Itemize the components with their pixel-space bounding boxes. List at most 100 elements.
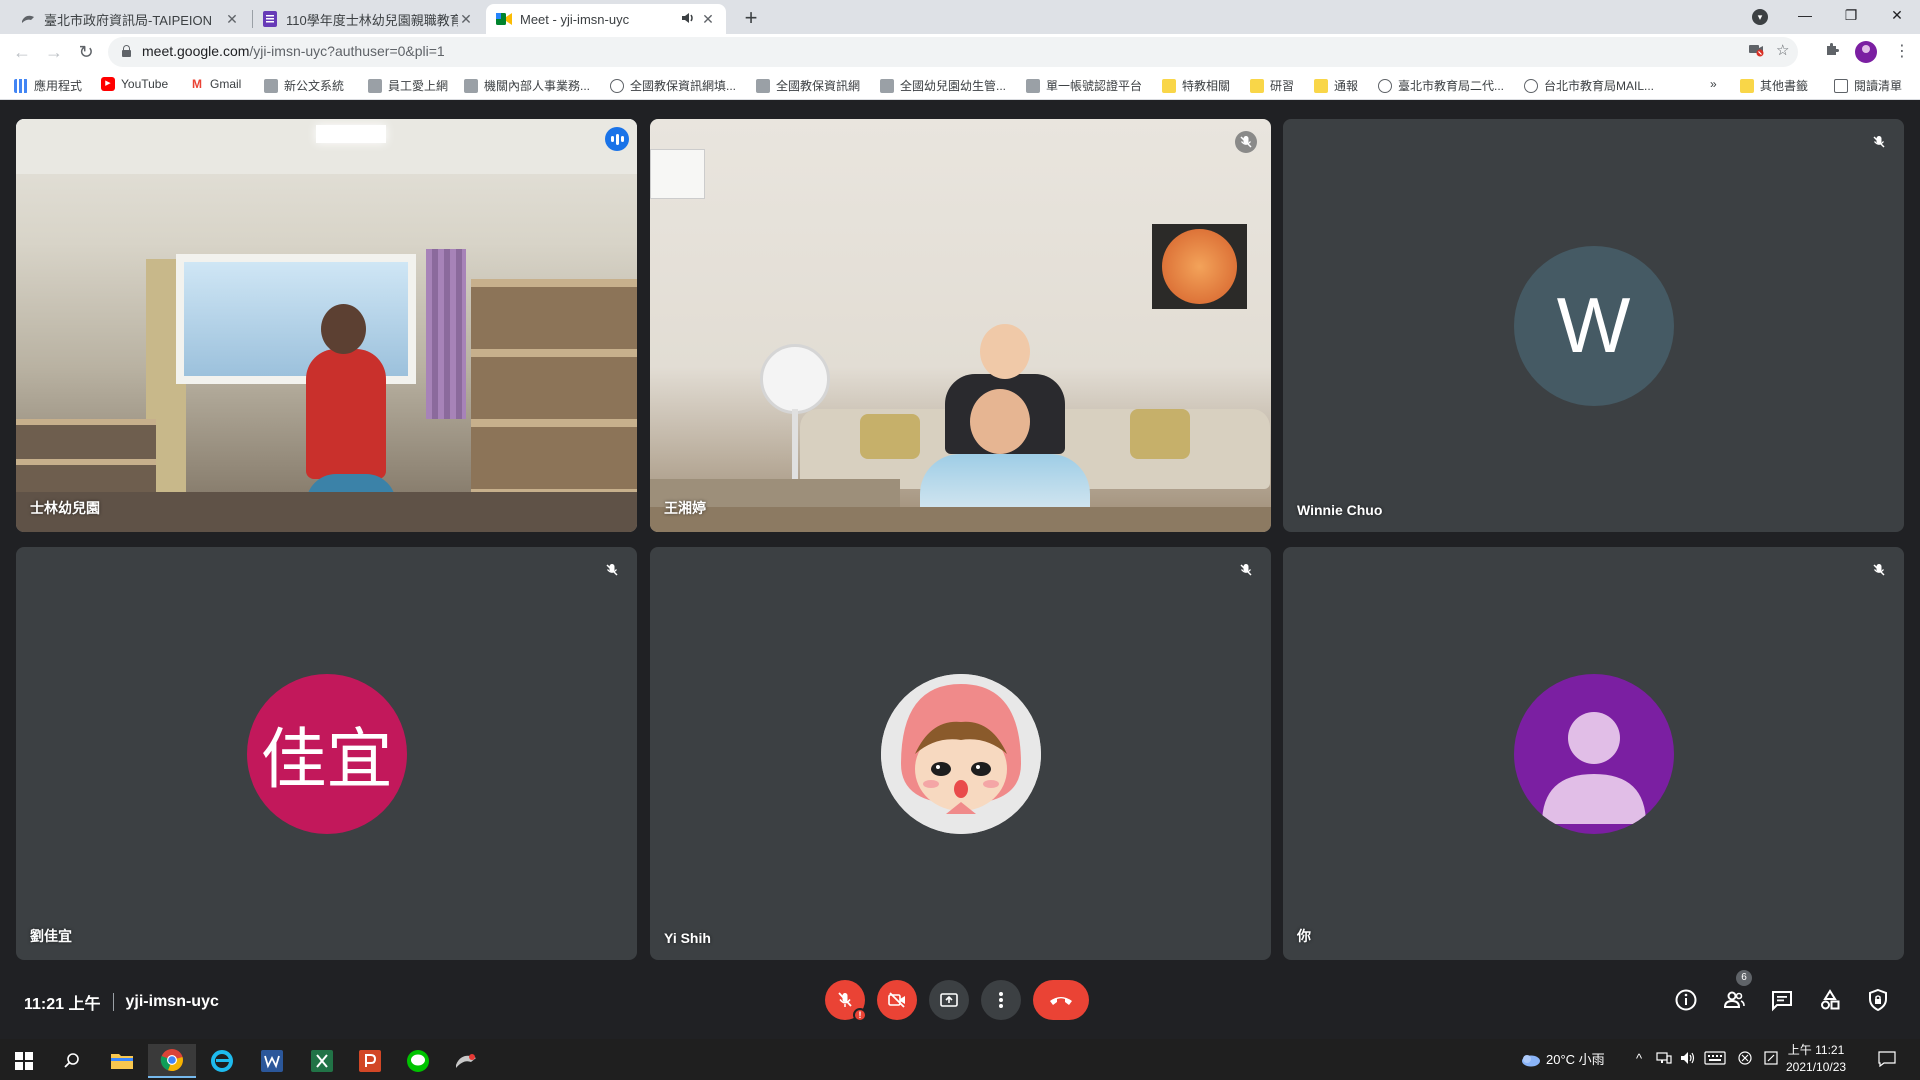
bookmark-label: 全國教保資訊網填... bbox=[630, 79, 737, 93]
initial-avatar: W bbox=[1513, 245, 1674, 406]
camera-off-icon bbox=[888, 992, 905, 1008]
tab-parenting-course[interactable]: 110學年度士林幼兒園親職教育課 ✕ bbox=[252, 4, 484, 34]
lock-icon[interactable] bbox=[122, 45, 131, 57]
volume-icon[interactable] bbox=[1680, 1051, 1696, 1068]
site-icon bbox=[1026, 78, 1040, 93]
tab-audio-icon[interactable] bbox=[680, 11, 696, 27]
keyboard-icon[interactable] bbox=[1704, 1051, 1726, 1068]
participant-tile-yi-shih[interactable]: Yi Shih bbox=[650, 547, 1271, 960]
bookmarks-overflow-button[interactable]: » bbox=[1710, 77, 1717, 91]
network-icon[interactable] bbox=[1656, 1051, 1672, 1068]
bookmark-folder-report[interactable]: 通報 bbox=[1314, 77, 1358, 94]
meeting-time: 11:21 上午 bbox=[24, 996, 101, 1013]
taskbar-excel[interactable] bbox=[298, 1044, 346, 1078]
tab-search-icon[interactable]: ▾ bbox=[1752, 9, 1768, 25]
bookmark-edu-bureau[interactable]: 臺北市教育局二代... bbox=[1378, 77, 1504, 94]
bookmark-ece-fill[interactable]: 全國教保資訊網填... bbox=[610, 77, 736, 94]
bookmark-folder-training[interactable]: 研習 bbox=[1250, 77, 1294, 94]
microphone-toggle-button[interactable]: ! bbox=[825, 980, 867, 1022]
bookmark-kindergarten[interactable]: 全國幼兒園幼生管... bbox=[880, 77, 1006, 94]
taskbar-word[interactable] bbox=[248, 1044, 296, 1078]
address-bar[interactable]: meet.google.com/yji-imsn-uyc?authuser=0&… bbox=[108, 37, 1798, 67]
camera-blocked-icon[interactable] bbox=[1748, 41, 1764, 61]
show-hidden-icons-button[interactable]: ^ bbox=[1636, 1051, 1642, 1066]
back-icon[interactable]: ← bbox=[10, 40, 34, 64]
divider bbox=[112, 993, 114, 1011]
bookmark-label: 應用程式 bbox=[34, 79, 83, 93]
chrome-menu-icon[interactable]: ⋮ bbox=[1894, 41, 1910, 61]
more-options-button[interactable] bbox=[981, 980, 1021, 1020]
participant-name: Winnie Chuo bbox=[1297, 502, 1383, 518]
participant-tile-liu[interactable]: 佳宜 劉佳宜 bbox=[16, 547, 637, 960]
bookmark-hr[interactable]: 機關內部人事業務... bbox=[464, 77, 590, 94]
participant-tile-wang[interactable]: 王湘婷 bbox=[650, 119, 1271, 532]
system-clock[interactable]: 上午 11:21 2021/10/23 bbox=[1786, 1042, 1846, 1076]
bookmark-document-system[interactable]: 新公文系統 bbox=[264, 77, 344, 94]
profile-avatar[interactable] bbox=[1855, 41, 1877, 63]
search-button[interactable] bbox=[48, 1044, 96, 1078]
bookmark-youtube[interactable]: ▶ YouTube bbox=[101, 77, 168, 91]
input-method-icon[interactable] bbox=[1738, 1051, 1752, 1068]
bookmark-ece[interactable]: 全國教保資訊網 bbox=[756, 77, 860, 94]
taskbar-chrome[interactable] bbox=[148, 1044, 196, 1078]
leave-call-button[interactable] bbox=[1033, 980, 1089, 1020]
chat-icon bbox=[1772, 991, 1792, 1012]
activities-button[interactable] bbox=[1816, 986, 1844, 1014]
weather-widget[interactable]: 20°C 小雨 bbox=[1520, 1049, 1605, 1069]
ime-mode-icon[interactable] bbox=[1764, 1051, 1778, 1068]
site-icon bbox=[464, 78, 478, 93]
minimize-window-button[interactable]: — bbox=[1782, 0, 1828, 32]
bookmark-label: 特教相關 bbox=[1182, 79, 1231, 93]
url-path: /yji-imsn-uyc?authuser=0&pli=1 bbox=[249, 43, 445, 59]
meeting-details-button[interactable] bbox=[1672, 986, 1700, 1014]
bookmark-sso[interactable]: 單一帳號認證平台 bbox=[1026, 77, 1142, 94]
host-controls-button[interactable] bbox=[1864, 986, 1892, 1014]
extensions-puzzle-icon[interactable] bbox=[1824, 41, 1840, 62]
restore-window-button[interactable]: ❐ bbox=[1828, 0, 1874, 32]
globe-icon bbox=[1524, 78, 1538, 93]
bookmark-apps[interactable]: 應用程式 bbox=[14, 77, 82, 94]
reading-list-button[interactable]: 閱讀清單 bbox=[1834, 77, 1902, 94]
folder-icon bbox=[1162, 78, 1176, 93]
people-button[interactable] bbox=[1720, 986, 1748, 1014]
taskbar-powerpoint[interactable] bbox=[346, 1044, 394, 1078]
taipeion-app-icon bbox=[456, 1054, 476, 1068]
new-tab-button[interactable]: + bbox=[738, 6, 764, 32]
tab-taipeion[interactable]: 臺北市政府資訊局-TAIPEION ✕ bbox=[10, 4, 250, 34]
reload-icon[interactable]: ↻ bbox=[74, 40, 98, 64]
participant-tile-winnie[interactable]: W Winnie Chuo bbox=[1283, 119, 1904, 532]
bookmark-gmail[interactable]: M Gmail bbox=[190, 77, 241, 91]
bookmark-edu-mail[interactable]: 台北市教育局MAIL... bbox=[1524, 77, 1654, 94]
bookmark-folder-special-ed[interactable]: 特教相關 bbox=[1162, 77, 1230, 94]
taskbar-line[interactable] bbox=[394, 1044, 442, 1078]
mic-off-icon bbox=[1235, 559, 1257, 581]
forward-icon[interactable]: → bbox=[42, 40, 66, 64]
folder-icon bbox=[1740, 78, 1754, 93]
taskbar-file-explorer[interactable] bbox=[98, 1044, 146, 1078]
participant-tile-shilin-kindergarten[interactable]: 士林幼兒園 bbox=[16, 119, 637, 532]
bookmark-label: 其他書籤 bbox=[1760, 79, 1809, 93]
present-screen-button[interactable] bbox=[929, 980, 969, 1020]
close-tab-icon[interactable]: ✕ bbox=[700, 11, 716, 28]
mic-off-icon bbox=[1868, 131, 1890, 153]
close-tab-icon[interactable]: ✕ bbox=[224, 11, 240, 28]
start-button[interactable] bbox=[0, 1044, 48, 1078]
other-bookmarks-folder[interactable]: 其他書籤 bbox=[1740, 77, 1808, 94]
folder-icon bbox=[1314, 78, 1328, 93]
close-window-button[interactable]: ✕ bbox=[1874, 0, 1920, 32]
chat-button[interactable] bbox=[1768, 986, 1796, 1014]
taskbar-edge[interactable] bbox=[198, 1044, 246, 1078]
participant-count-badge: 6 bbox=[1736, 970, 1752, 986]
url-text[interactable]: meet.google.com/yji-imsn-uyc?authuser=0&… bbox=[142, 43, 445, 59]
taskbar-taipeion[interactable] bbox=[442, 1044, 490, 1078]
participant-tile-self[interactable]: 你 bbox=[1283, 547, 1904, 960]
camera-toggle-button[interactable] bbox=[877, 980, 917, 1020]
bookmark-star-icon[interactable]: ☆ bbox=[1776, 41, 1789, 59]
mic-off-icon bbox=[601, 559, 623, 581]
bookmark-employee[interactable]: 員工愛上網 bbox=[368, 77, 448, 94]
hang-up-icon bbox=[1050, 997, 1072, 1005]
action-center-icon[interactable] bbox=[1878, 1051, 1896, 1070]
close-tab-icon[interactable]: ✕ bbox=[458, 11, 474, 28]
tab-meet[interactable]: Meet - yji-imsn-uyc ✕ bbox=[486, 4, 726, 34]
windows-taskbar: 20°C 小雨 ^ 上午 11:21 2021/10/23 bbox=[0, 1039, 1920, 1080]
